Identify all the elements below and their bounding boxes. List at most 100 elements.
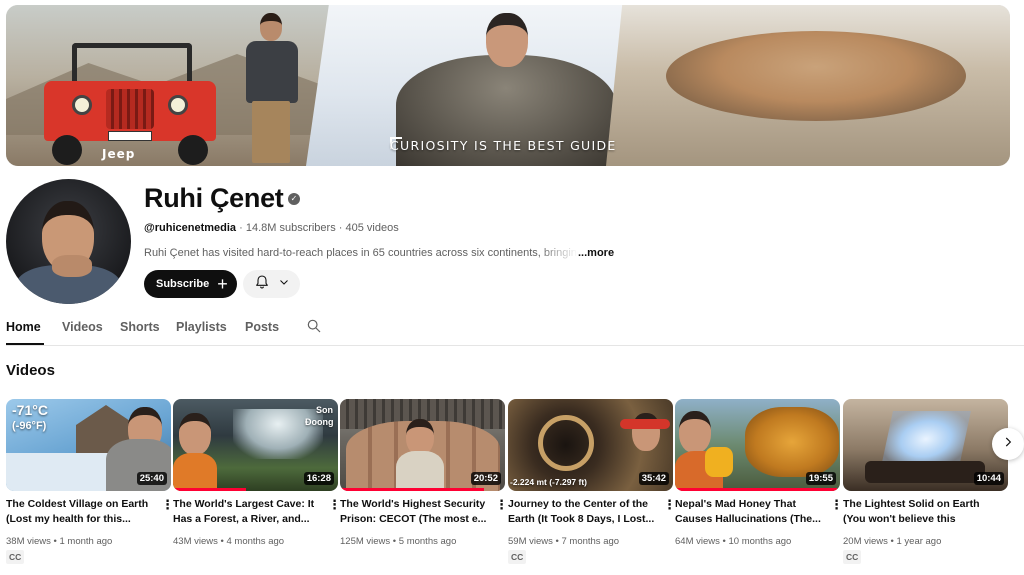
video-age: 5 months ago <box>398 536 457 547</box>
more-vert-icon[interactable]: ⋮ <box>830 497 843 513</box>
more-vert-icon[interactable]: ⋮ <box>161 497 174 513</box>
subscribe-label: Subscribe <box>156 278 210 290</box>
meta-separator: · <box>239 222 243 234</box>
video-meta: 59M views • 7 months ago <box>508 536 620 547</box>
video-views: 64M views <box>675 536 720 547</box>
subscriber-count: 14.8M subscribers <box>245 222 336 234</box>
tab-shorts[interactable]: Shorts <box>120 320 160 334</box>
video-title[interactable]: Journey to the Center of the Earth (It T… <box>508 497 656 527</box>
video-meta: 20M views • 1 year ago <box>843 536 942 547</box>
active-tab-indicator <box>6 343 44 345</box>
banner-jeep-text: Jeep <box>102 147 136 161</box>
chevron-right-icon <box>1001 435 1015 454</box>
more-vert-icon[interactable]: ⋮ <box>495 497 508 513</box>
video-card[interactable]: -71°C (-96°F) 25:40 The Coldest Village … <box>6 399 174 564</box>
thumb-pedestal <box>865 461 985 483</box>
video-count: 405 videos <box>345 222 399 234</box>
video-age: 1 month ago <box>59 536 113 547</box>
video-title[interactable]: The World's Highest Security Prison: CEC… <box>340 497 488 527</box>
video-views: 38M views <box>6 536 51 547</box>
thumb-overlay-temp-c: -71°C <box>12 402 48 418</box>
banner-jeep: Jeep <box>44 43 216 165</box>
watch-progress-bar <box>675 488 837 491</box>
video-age: 10 months ago <box>728 536 792 547</box>
video-views: 20M views <box>843 536 888 547</box>
more-vert-icon[interactable]: ⋮ <box>328 497 341 513</box>
video-thumbnail[interactable]: -71°C (-96°F) 25:40 <box>6 399 171 491</box>
thumb-shaft <box>538 415 594 471</box>
video-card[interactable]: -2.224 mt (-7.297 ft) 35:42 Journey to t… <box>508 399 676 564</box>
tab-posts[interactable]: Posts <box>245 320 279 334</box>
thumb-overlay-temp-f: (-96°F) <box>12 420 47 432</box>
video-views: 43M views <box>173 536 218 547</box>
bell-icon <box>254 274 270 295</box>
video-card[interactable]: 19:55 Nepal's Mad Honey That Causes Hall… <box>675 399 843 547</box>
video-duration: 16:28 <box>303 472 334 485</box>
video-age: 7 months ago <box>561 536 620 547</box>
video-card[interactable]: Son Đoong 16:28 The World's Largest Cave… <box>173 399 341 547</box>
thumb-overlay-depth: -2.224 mt (-7.297 ft) <box>510 477 587 487</box>
carousel-next-button[interactable] <box>992 428 1024 460</box>
thumb-face <box>179 413 211 455</box>
section-title-videos: Videos <box>6 362 55 379</box>
channel-description[interactable]: Ruhi Çenet has visited hard-to-reach pla… <box>144 247 578 259</box>
video-views: 59M views <box>508 536 553 547</box>
video-views: 125M views <box>340 536 391 547</box>
video-duration: 10:44 <box>973 472 1004 485</box>
thumb-face <box>679 411 711 453</box>
channel-avatar[interactable] <box>6 179 131 304</box>
cc-badge: CC <box>6 550 25 564</box>
thumb-honey-jar <box>705 447 733 477</box>
video-card[interactable]: 20:52 The World's Highest Security Priso… <box>340 399 508 547</box>
thumb-shirt <box>396 451 444 491</box>
thumb-face <box>406 419 434 455</box>
channel-tabs: Home Videos Shorts Playlists Posts <box>6 318 1024 346</box>
thumb-helmet <box>620 419 670 429</box>
thumb-overlay-word-2: Đoong <box>305 417 334 427</box>
tab-playlists[interactable]: Playlists <box>176 320 227 334</box>
watch-progress-bar <box>173 488 246 491</box>
video-meta: 43M views • 4 months ago <box>173 536 285 547</box>
video-card[interactable]: 10:44 The Lightest Solid on Earth (You w… <box>843 399 1008 564</box>
video-thumbnail[interactable]: Son Đoong 16:28 <box>173 399 338 491</box>
video-duration: 25:40 <box>136 472 167 485</box>
video-meta: 125M views • 5 months ago <box>340 536 457 547</box>
banner-panel-jeep: Jeep <box>6 5 346 166</box>
plus-icon: + <box>217 274 228 294</box>
channel-meta: @ruhicenetmedia · 14.8M subscribers · 40… <box>144 222 399 234</box>
verified-check-icon: ✓ <box>288 193 300 205</box>
video-duration: 19:55 <box>805 472 836 485</box>
banner-tagline: CURIOSITY IS THE BEST GUIDE <box>390 138 617 153</box>
video-thumbnail[interactable]: 19:55 <box>675 399 840 491</box>
video-thumbnail[interactable]: 20:52 <box>340 399 505 491</box>
banner-person-standing <box>242 13 302 163</box>
more-vert-icon[interactable]: ⋮ <box>663 497 676 513</box>
thumb-aerogel <box>881 411 971 467</box>
notification-settings-button[interactable] <box>243 270 300 298</box>
banner-crater <box>666 31 966 121</box>
subscribe-button[interactable]: Subscribe + <box>144 270 237 298</box>
meta-separator: · <box>338 222 343 234</box>
video-duration: 20:52 <box>470 472 501 485</box>
chevron-down-icon <box>278 275 290 293</box>
video-title[interactable]: The World's Largest Cave: It Has a Fores… <box>173 497 321 527</box>
video-age: 1 year ago <box>896 536 942 547</box>
channel-name: Ruhi Çenet <box>144 183 284 213</box>
video-meta: 38M views • 1 month ago <box>6 536 113 547</box>
video-title[interactable]: Nepal's Mad Honey That Causes Hallucinat… <box>675 497 823 527</box>
description-more-link[interactable]: ...more <box>578 247 614 259</box>
thumb-honeycomb <box>745 407 839 477</box>
cc-badge: CC <box>508 550 527 564</box>
search-icon[interactable] <box>306 318 322 334</box>
video-thumbnail[interactable]: 10:44 <box>843 399 1008 491</box>
tab-videos[interactable]: Videos <box>62 320 103 334</box>
tab-home[interactable]: Home <box>6 320 41 334</box>
video-title[interactable]: The Coldest Village on Earth (Lost my he… <box>6 497 154 527</box>
thumb-orange-shirt <box>173 453 217 491</box>
video-duration: 35:42 <box>638 472 669 485</box>
video-thumbnail[interactable]: -2.224 mt (-7.297 ft) 35:42 <box>508 399 673 491</box>
watch-progress-bar <box>340 488 484 491</box>
video-meta: 64M views • 10 months ago <box>675 536 792 547</box>
description-fade <box>538 244 578 262</box>
video-title[interactable]: The Lightest Solid on Earth (You won't b… <box>843 497 991 527</box>
